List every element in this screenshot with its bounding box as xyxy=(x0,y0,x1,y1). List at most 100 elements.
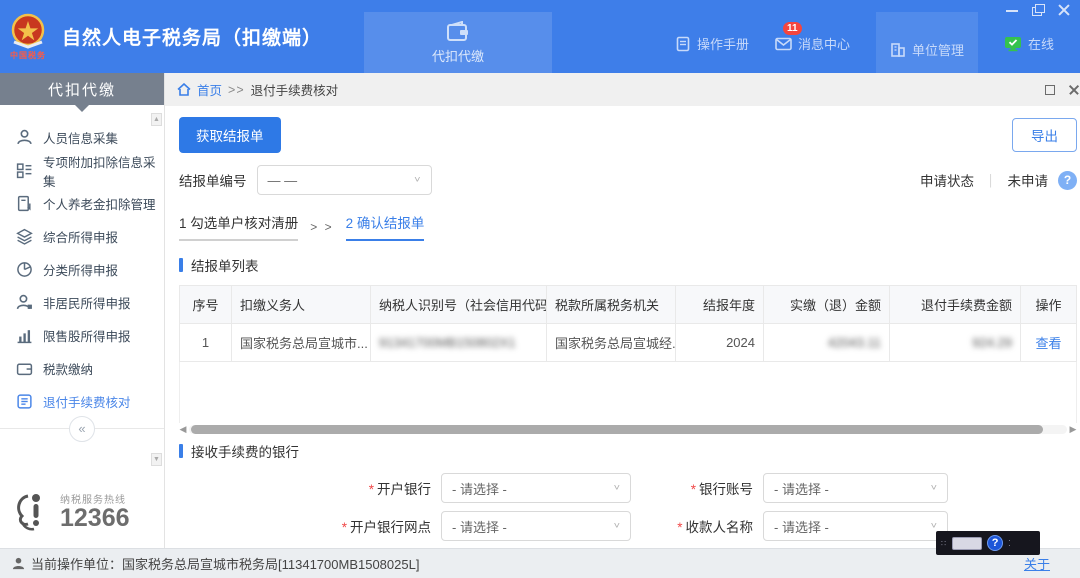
bank-name-select[interactable]: - 请选择 - ˅ xyxy=(441,473,631,503)
cell-paid-amount-masked: 42043.11 xyxy=(764,324,890,362)
step-1-tab[interactable]: 1 勾选单户核对清册 xyxy=(179,212,298,241)
section-title-text: 接收手续费的银行 xyxy=(191,441,299,461)
header-tab-daikou[interactable]: 代扣代缴 xyxy=(364,12,552,73)
scroll-right-icon[interactable]: ▶ xyxy=(1069,424,1077,435)
sidebar-item-label: 专项附加扣除信息采集 xyxy=(43,152,164,190)
sidebar-item-personnel-info[interactable]: 人员信息采集 xyxy=(0,121,164,154)
help-icon[interactable]: ? xyxy=(1058,171,1077,190)
table-empty-area xyxy=(179,362,1077,423)
apply-status-value: 未申请 xyxy=(1008,170,1049,190)
sidebar-divider: « xyxy=(0,428,164,454)
sidebar-item-special-deduction[interactable]: 专项附加扣除信息采集 xyxy=(0,154,164,187)
page-content: 获取结报单 导出 结报单编号 — — ˅ 申请状态 ｜ 未申请 ? xyxy=(165,106,1080,548)
col-tax-office: 税款所属税务机关 xyxy=(547,286,676,324)
sidebar-item-comprehensive-income[interactable]: 综合所得申报 xyxy=(0,220,164,253)
window-controls xyxy=(1006,4,1070,16)
status-bar: 当前操作单位：国家税务总局宣城市税务局[11341700MB1508025L] … xyxy=(0,548,1080,578)
message-count-badge: 11 xyxy=(783,22,802,35)
report-no-value: — — xyxy=(268,173,298,188)
col-taxpayer-id: 纳税人识别号（社会信用代码） xyxy=(371,286,547,324)
view-link[interactable]: 查看 xyxy=(1035,336,1061,351)
sidebar-collapse-button[interactable]: « xyxy=(69,416,95,442)
keyboard-icon[interactable] xyxy=(952,537,982,550)
sidebar-item-label: 人员信息采集 xyxy=(43,128,118,147)
current-unit-text: 当前操作单位：国家税务总局宣城市税务局[11341700MB1508025L] xyxy=(31,554,419,573)
status-divider: ｜ xyxy=(984,170,998,190)
main-area: 首页 >> 退付手续费核对 获取结报单 导出 结报单编号 — — ˅ xyxy=(165,73,1080,548)
document-check-icon xyxy=(16,393,33,410)
chevron-down-icon: ˅ xyxy=(614,521,620,531)
bank-account-select[interactable]: - 请选择 - ˅ xyxy=(763,473,948,503)
bank-account-label: *银行账号 xyxy=(655,478,763,498)
sidebar-item-tax-payment[interactable]: 税款缴纳 xyxy=(0,352,164,385)
bank-name-value: - 请选择 - xyxy=(452,479,507,498)
ime-more-icon[interactable]: ⁚ xyxy=(1008,540,1012,547)
sidebar-item-classified-income[interactable]: 分类所得申报 xyxy=(0,253,164,286)
bank-name-label: *开户银行 xyxy=(179,478,441,498)
header-tab-label: 代扣代缴 xyxy=(432,46,484,65)
col-seq: 序号 xyxy=(180,286,232,324)
sidebar-item-pension-deduction[interactable]: 个人养老金扣除管理 xyxy=(0,187,164,220)
payee-name-value: - 请选择 - xyxy=(774,517,829,536)
cell-agent: 国家税务总局宣城市... xyxy=(232,324,371,362)
sidebar-item-restricted-stock[interactable]: 限售股所得申报 xyxy=(0,319,164,352)
pie-chart-icon xyxy=(16,261,33,278)
wallet-small-icon xyxy=(16,360,33,377)
payee-name-select[interactable]: - 请选择 - ˅ xyxy=(763,511,948,541)
app-header: 中国税务 自然人电子税务局（扣缴端） 代扣代缴 操作手册 11 xyxy=(0,0,1080,73)
mail-icon xyxy=(775,37,792,51)
online-monitor-icon xyxy=(1004,36,1022,52)
report-no-select[interactable]: — — ˅ xyxy=(257,165,432,195)
required-mark: * xyxy=(369,482,374,497)
scroll-left-icon[interactable]: ◀ xyxy=(179,424,187,435)
page-close-icon[interactable] xyxy=(1069,85,1079,95)
horizontal-scrollbar: ◀ ▶ xyxy=(179,423,1077,435)
report-list-section-title: 结报单列表 xyxy=(179,255,1077,275)
list-grid-icon xyxy=(16,162,33,179)
breadcrumb-home-link[interactable]: 首页 xyxy=(197,80,222,99)
app-window: 中国税务 自然人电子税务局（扣缴端） 代扣代缴 操作手册 11 xyxy=(0,0,1080,578)
sidebar-item-refund-fee-check[interactable]: 退付手续费核对 xyxy=(0,385,164,418)
chevron-down-icon: ˅ xyxy=(931,521,937,531)
menu-messages-label: 消息中心 xyxy=(798,34,850,53)
scrollbar-track[interactable] xyxy=(189,425,1067,434)
step-2-tab[interactable]: 2 确认结报单 xyxy=(346,212,425,241)
logo-text: 中国税务 xyxy=(10,50,46,61)
person-badge-icon xyxy=(16,294,33,311)
sidebar-scroll-down-icon[interactable]: ▼ xyxy=(151,453,162,466)
required-mark: * xyxy=(677,520,682,535)
export-button[interactable]: 导出 xyxy=(1012,118,1077,152)
restore-icon[interactable] xyxy=(1032,4,1044,16)
menu-unit-management[interactable]: 单位管理 xyxy=(876,12,978,73)
wallet-icon xyxy=(446,21,470,43)
cell-taxpayer-id-masked: 91341700MB150802X1 xyxy=(371,324,547,362)
sidebar-item-nonresident-income[interactable]: 非居民所得申报 xyxy=(0,286,164,319)
page-maximize-icon[interactable] xyxy=(1045,85,1055,95)
table-row: 1 国家税务总局宣城市... 91341700MB150802X1 国家税务总局… xyxy=(180,324,1077,362)
section-bar xyxy=(179,444,183,458)
fetch-report-button[interactable]: 获取结报单 xyxy=(179,117,281,153)
menu-manual[interactable]: 操作手册 xyxy=(675,20,749,53)
page-window-controls xyxy=(1045,85,1079,95)
cell-fee-amount-masked: 924.29 xyxy=(890,324,1021,362)
menu-manual-label: 操作手册 xyxy=(697,34,749,53)
sidebar-item-label: 税款缴纳 xyxy=(43,359,93,378)
user-icon xyxy=(12,557,25,570)
about-link[interactable]: 关于 xyxy=(1024,554,1050,573)
sidebar-header: 代扣代缴 xyxy=(0,73,164,105)
scrollbar-thumb[interactable] xyxy=(191,425,1043,434)
menu-online-status[interactable]: 在线 xyxy=(1004,20,1054,53)
sidebar-scroll-up-icon[interactable]: ▲ xyxy=(151,113,162,126)
menu-messages[interactable]: 11 消息中心 xyxy=(775,20,850,53)
layers-icon xyxy=(16,228,33,245)
breadcrumb-current: 退付手续费核对 xyxy=(251,80,339,99)
bank-account-value: - 请选择 - xyxy=(774,479,829,498)
close-icon[interactable] xyxy=(1058,4,1070,16)
apply-status-label: 申请状态 xyxy=(920,170,974,190)
ime-drag-handle-icon[interactable]: ∷ xyxy=(941,540,947,547)
bank-branch-select[interactable]: - 请选择 - ˅ xyxy=(441,511,631,541)
ime-help-icon[interactable]: ? xyxy=(987,535,1003,551)
table-header-row: 序号 扣缴义务人 纳税人识别号（社会信用代码） 税款所属税务机关 结报年度 实缴… xyxy=(180,286,1077,324)
minimize-icon[interactable] xyxy=(1006,4,1018,16)
ime-toolbar[interactable]: ∷ ? ⁚ xyxy=(936,531,1040,555)
